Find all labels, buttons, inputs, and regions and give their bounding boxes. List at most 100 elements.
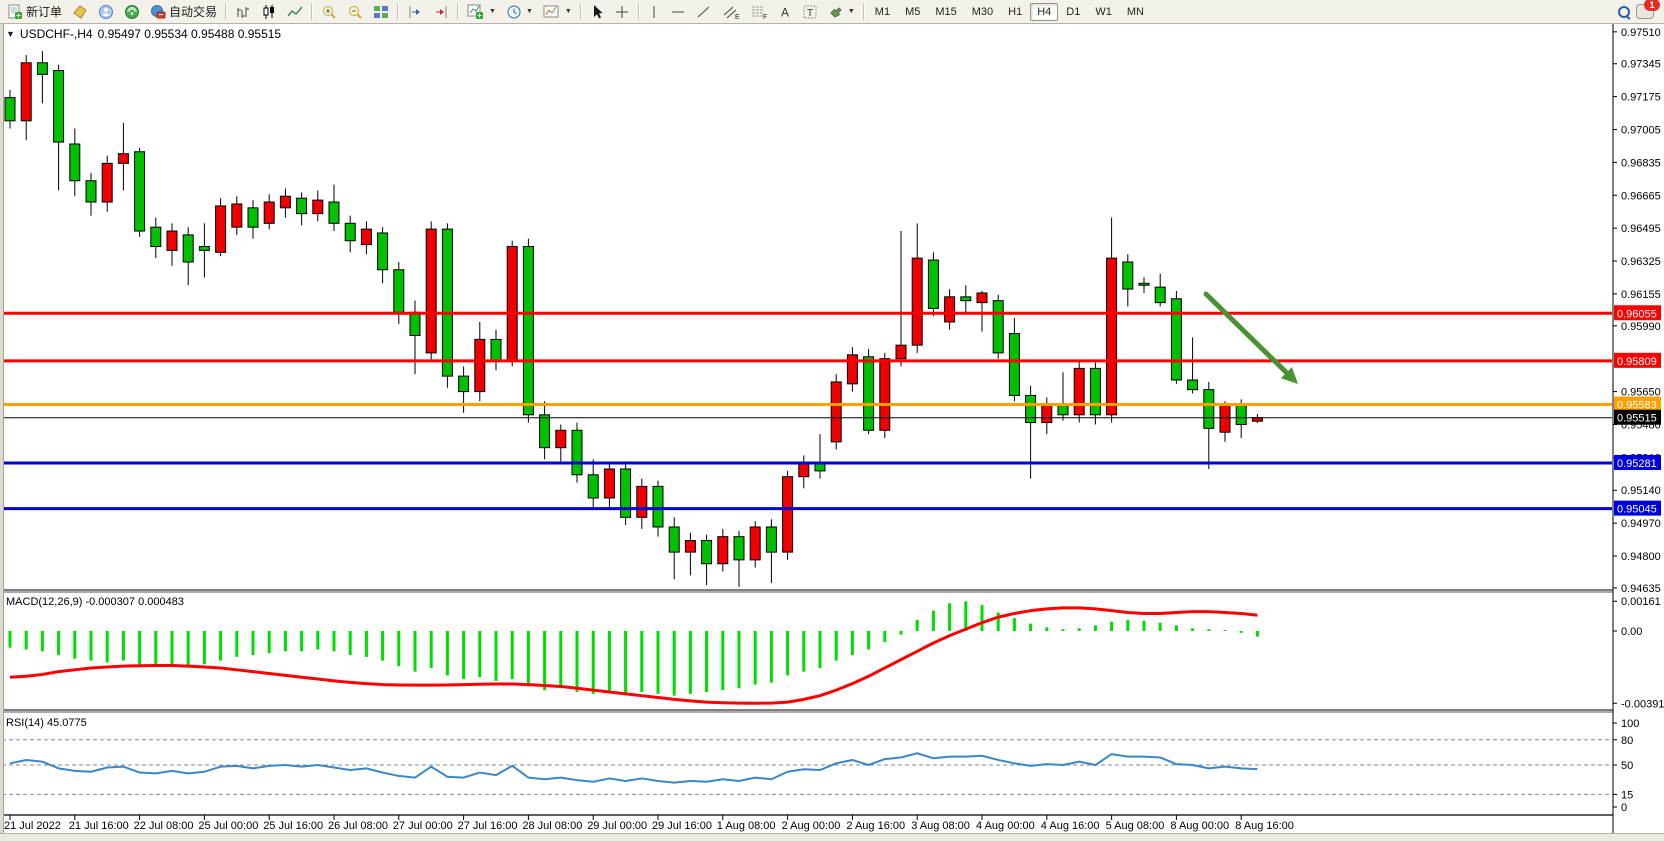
tile-windows-icon — [373, 4, 389, 20]
svg-text:0.95515: 0.95515 — [1617, 413, 1657, 425]
tile-windows-button[interactable] — [368, 0, 394, 23]
autotrade-button[interactable]: 自动交易 — [145, 0, 222, 23]
time-tick-label: 8 Aug 00:00 — [1170, 820, 1229, 832]
rsi-axis-label: 15 — [1621, 789, 1633, 801]
chevron-down-icon: ▼ — [526, 8, 533, 15]
auto-scroll-button[interactable] — [428, 0, 454, 23]
notifications-button[interactable]: 1 — [1636, 4, 1654, 19]
time-tick-label: 3 Aug 08:00 — [911, 820, 970, 832]
chart-shift-button[interactable] — [402, 0, 428, 23]
clock-icon — [506, 4, 522, 20]
zoom-in-button[interactable] — [316, 0, 342, 23]
autotrade-icon — [150, 4, 166, 20]
line-chart-button[interactable] — [282, 0, 308, 23]
svg-text:F: F — [763, 14, 767, 20]
cursor-button[interactable] — [585, 0, 609, 23]
timeframe-mn-button[interactable]: MN — [1120, 3, 1151, 21]
search-icon — [1618, 6, 1630, 18]
price-tick-label: 0.94800 — [1621, 551, 1661, 563]
svg-text:0.96055: 0.96055 — [1617, 308, 1657, 320]
svg-text:T: T — [807, 8, 813, 19]
search-button[interactable] — [1618, 6, 1630, 18]
line-chart-icon — [287, 4, 303, 20]
crosshair-button[interactable] — [609, 0, 635, 23]
price-tick-label: 0.96155 — [1621, 289, 1661, 301]
macd-axis-label: 0.00 — [1621, 626, 1642, 638]
horizontal-line-button[interactable] — [665, 0, 691, 23]
community-button[interactable] — [93, 0, 119, 23]
macd-axis-label: -0.00391 — [1621, 698, 1664, 710]
toolbar-separator — [457, 3, 459, 20]
toolbar-separator — [225, 3, 227, 20]
timeframe-m1-button[interactable]: M1 — [868, 3, 897, 21]
toolbar-separator — [863, 3, 865, 20]
new-order-icon — [7, 4, 23, 20]
toolbar: 新订单 自动交易 ▼ ▼ — [0, 0, 1664, 24]
new-order-button[interactable]: 新订单 — [2, 0, 67, 23]
person-cloud-icon — [98, 4, 114, 20]
templates-button[interactable]: ▼ — [538, 0, 577, 23]
chart-ohlc: 0.95497 0.95534 0.95488 0.95515 — [98, 27, 282, 41]
fibonacci-icon: F — [750, 4, 768, 20]
price-tick-label: 0.97005 — [1621, 125, 1661, 137]
toolbar-separator — [638, 3, 640, 20]
rsi-axis-label: 80 — [1621, 735, 1633, 747]
toolbar-separator — [580, 3, 582, 20]
time-tick-label: 8 Aug 16:00 — [1235, 820, 1294, 832]
time-tick-label: 2 Aug 16:00 — [846, 820, 905, 832]
sticky-note-button[interactable] — [67, 0, 93, 23]
chart-title[interactable]: ▼ USDCHF-,H4 0.95497 0.95534 0.95488 0.9… — [6, 27, 281, 41]
fibonacci-button[interactable]: F — [745, 0, 773, 23]
timeframe-h4-button[interactable]: H4 — [1030, 3, 1058, 21]
toolbar-separator — [397, 3, 399, 20]
macd-axis-label: 0.00161 — [1621, 596, 1661, 608]
chart-dropdown-icon[interactable]: ▼ — [6, 29, 15, 39]
zoom-out-button[interactable] — [342, 0, 368, 23]
rsi-axis-label: 100 — [1621, 718, 1639, 730]
vertical-line-button[interactable] — [643, 0, 665, 23]
sticky-note-icon — [72, 4, 88, 20]
svg-text:E: E — [735, 14, 740, 20]
periods-button[interactable]: ▼ — [501, 0, 538, 23]
chart-shift-icon — [407, 4, 423, 20]
candlestick-button[interactable] — [256, 0, 282, 23]
auto-scroll-icon — [433, 4, 449, 20]
time-tick-label: 27 Jul 16:00 — [458, 820, 518, 832]
text-label-button[interactable]: T — [797, 0, 823, 23]
time-tick-label: 21 Jul 16:00 — [69, 820, 129, 832]
timeframe-m30-button[interactable]: M30 — [965, 3, 1000, 21]
bar-chart-button[interactable] — [230, 0, 256, 23]
macd-label: MACD(12,26,9) -0.000307 0.000483 — [6, 596, 184, 608]
equidistant-channel-icon: E — [722, 4, 740, 20]
toolbar-right-group: 1 — [1618, 4, 1662, 19]
text-button[interactable]: A — [773, 0, 797, 23]
chevron-down-icon: ▼ — [565, 8, 572, 15]
price-tick-label: 0.94635 — [1621, 583, 1661, 595]
timeframe-m5-button[interactable]: M5 — [898, 3, 927, 21]
arrows-button[interactable]: ▼ — [823, 0, 860, 23]
timeframe-w1-button[interactable]: W1 — [1088, 3, 1119, 21]
window-left-edge — [0, 24, 4, 833]
horizontal-line-icon — [670, 4, 686, 20]
chart-canvas[interactable]: 0.975100.973450.971750.970050.968350.966… — [0, 24, 1664, 833]
price-tick-label: 0.94970 — [1621, 518, 1661, 530]
trendline-button[interactable] — [691, 0, 717, 23]
price-tick-label: 0.96495 — [1621, 223, 1661, 235]
time-tick-label: 21 Jul 2022 — [4, 820, 61, 832]
price-tick-label: 0.95140 — [1621, 485, 1661, 497]
timeframe-d1-button[interactable]: D1 — [1059, 3, 1087, 21]
time-tick-label: 29 Jul 16:00 — [652, 820, 712, 832]
signal-button[interactable] — [119, 0, 145, 23]
candlestick-icon — [261, 4, 277, 20]
indicators-icon — [467, 4, 485, 20]
zoom-out-icon — [347, 4, 363, 20]
channel-button[interactable]: E — [717, 0, 745, 23]
time-tick-label: 28 Jul 08:00 — [522, 820, 582, 832]
time-tick-label: 4 Aug 16:00 — [1041, 820, 1100, 832]
timeframe-h1-button[interactable]: H1 — [1001, 3, 1029, 21]
cursor-icon — [590, 4, 604, 20]
time-tick-label: 27 Jul 00:00 — [393, 820, 453, 832]
time-tick-label: 22 Jul 08:00 — [134, 820, 194, 832]
indicators-button[interactable]: ▼ — [462, 0, 501, 23]
timeframe-m15-button[interactable]: M15 — [928, 3, 963, 21]
